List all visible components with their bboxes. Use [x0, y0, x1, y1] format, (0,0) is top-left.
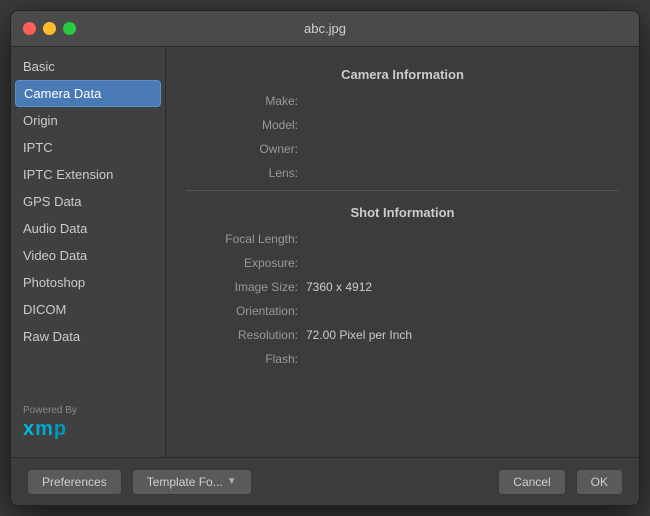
image-size-row: Image Size: 7360 x 4912	[186, 280, 619, 294]
template-label: Template Fo...	[147, 475, 223, 489]
sidebar-item-raw-data[interactable]: Raw Data	[11, 323, 165, 350]
resolution-row: Resolution: 72.00 Pixel per Inch	[186, 328, 619, 342]
resolution-label: Resolution:	[186, 328, 306, 342]
sidebar: Basic Camera Data Origin IPTC IPTC Exten…	[11, 47, 166, 457]
titlebar: abc.jpg	[11, 11, 639, 47]
focal-length-row: Focal Length:	[186, 232, 619, 246]
shot-section-title: Shot Information	[186, 205, 619, 220]
sidebar-item-camera-data[interactable]: Camera Data	[15, 80, 161, 107]
main-window: abc.jpg Basic Camera Data Origin IPTC IP…	[10, 10, 640, 506]
orientation-label: Orientation:	[186, 304, 306, 318]
sidebar-item-gps-data[interactable]: GPS Data	[11, 188, 165, 215]
minimize-button[interactable]	[43, 22, 56, 35]
orientation-row: Orientation:	[186, 304, 619, 318]
camera-make-row: Make:	[186, 94, 619, 108]
maximize-button[interactable]	[63, 22, 76, 35]
camera-lens-row: Lens:	[186, 166, 619, 180]
sidebar-item-basic[interactable]: Basic	[11, 53, 165, 80]
camera-owner-row: Owner:	[186, 142, 619, 156]
close-button[interactable]	[23, 22, 36, 35]
sidebar-item-dicom[interactable]: DICOM	[11, 296, 165, 323]
camera-make-label: Make:	[186, 94, 306, 108]
image-size-value: 7360 x 4912	[306, 280, 372, 294]
camera-owner-label: Owner:	[186, 142, 306, 156]
sidebar-item-audio-data[interactable]: Audio Data	[11, 215, 165, 242]
preferences-button[interactable]: Preferences	[27, 469, 122, 495]
xmp-logo: xmp	[23, 418, 67, 441]
camera-lens-label: Lens:	[186, 166, 306, 180]
camera-section-title: Camera Information	[186, 67, 619, 82]
ok-button[interactable]: OK	[576, 469, 623, 495]
window-title: abc.jpg	[304, 21, 346, 36]
cancel-button[interactable]: Cancel	[498, 469, 565, 495]
exposure-row: Exposure:	[186, 256, 619, 270]
sidebar-item-video-data[interactable]: Video Data	[11, 242, 165, 269]
traffic-lights	[23, 22, 76, 35]
footer: Preferences Template Fo... ▼ Cancel OK	[11, 457, 639, 505]
flash-row: Flash:	[186, 352, 619, 366]
chevron-down-icon: ▼	[227, 476, 237, 487]
section-divider	[186, 190, 619, 191]
content-area: Basic Camera Data Origin IPTC IPTC Exten…	[11, 47, 639, 457]
sidebar-item-iptc[interactable]: IPTC	[11, 134, 165, 161]
image-size-label: Image Size:	[186, 280, 306, 294]
footer-right: Cancel OK	[498, 469, 623, 495]
sidebar-item-origin[interactable]: Origin	[11, 107, 165, 134]
flash-label: Flash:	[186, 352, 306, 366]
powered-by-text: Powered By	[23, 405, 77, 416]
main-panel: Camera Information Make: Model: Owner: L…	[166, 47, 639, 457]
template-button[interactable]: Template Fo... ▼	[132, 469, 252, 495]
sidebar-footer: Powered By xmp	[11, 395, 165, 451]
resolution-value: 72.00 Pixel per Inch	[306, 328, 412, 342]
sidebar-item-photoshop[interactable]: Photoshop	[11, 269, 165, 296]
exposure-label: Exposure:	[186, 256, 306, 270]
focal-length-label: Focal Length:	[186, 232, 306, 246]
camera-model-label: Model:	[186, 118, 306, 132]
sidebar-item-iptc-extension[interactable]: IPTC Extension	[11, 161, 165, 188]
camera-model-row: Model:	[186, 118, 619, 132]
